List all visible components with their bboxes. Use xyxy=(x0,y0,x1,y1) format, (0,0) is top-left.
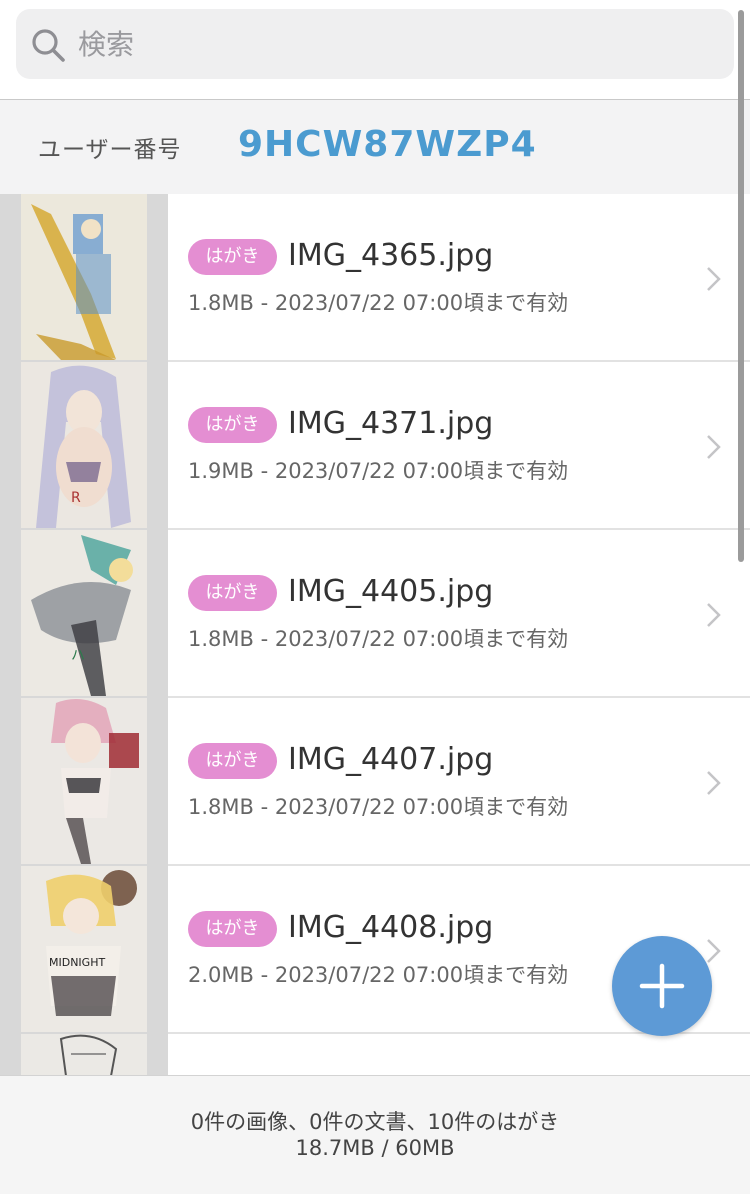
file-row[interactable]: はがき IMG_4365.jpg 1.8MB - 2023/07/22 07:0… xyxy=(0,194,750,362)
thumbnail-frame: MIDNIGHT xyxy=(0,866,168,1034)
thumbnail-image xyxy=(21,1034,147,1076)
thumbnail-image: MIDNIGHT xyxy=(21,866,147,1032)
postcard-badge: はがき xyxy=(188,407,277,443)
search-icon xyxy=(30,27,66,63)
search-box[interactable] xyxy=(16,9,734,79)
thumbnail-image: R xyxy=(21,362,147,528)
thumbnail-image xyxy=(21,194,147,360)
file-name: IMG_4371.jpg xyxy=(288,406,494,441)
add-button[interactable] xyxy=(612,936,712,1036)
thumbnail-frame xyxy=(0,1034,168,1076)
file-name: IMG_4408.jpg xyxy=(288,910,494,945)
file-row[interactable]: はがき IMG_4407.jpg 1.8MB - 2023/07/22 07:0… xyxy=(0,698,750,866)
file-meta: 1.9MB - 2023/07/22 07:00頃まで有効 xyxy=(188,459,569,483)
thumbnail-frame xyxy=(0,194,168,362)
thumbnail-frame: R xyxy=(0,362,168,530)
postcard-badge: はがき xyxy=(188,743,277,779)
thumbnail-frame xyxy=(0,698,168,866)
file-row[interactable]: R はがき IMG_4371.jpg 1.9MB - 2023/07/22 07… xyxy=(0,362,750,530)
chevron-right-icon xyxy=(704,264,724,294)
thumbnail-image: ハ xyxy=(21,530,147,696)
file-row[interactable] xyxy=(0,1034,750,1076)
plus-icon xyxy=(639,963,685,1009)
search-input[interactable] xyxy=(78,9,718,79)
chevron-right-icon xyxy=(704,768,724,798)
chevron-right-icon xyxy=(704,432,724,462)
file-name: IMG_4405.jpg xyxy=(288,574,494,609)
postcard-badge: はがき xyxy=(188,239,277,275)
file-meta: 1.8MB - 2023/07/22 07:00頃まで有効 xyxy=(188,627,569,651)
svg-text:ハ: ハ xyxy=(71,648,85,664)
file-row[interactable]: ハ はがき IMG_4405.jpg 1.8MB - 2023/07/22 07… xyxy=(0,530,750,698)
postcard-badge: はがき xyxy=(188,575,277,611)
file-meta: 2.0MB - 2023/07/22 07:00頃まで有効 xyxy=(188,963,569,987)
search-bar xyxy=(0,0,750,100)
item-counts: 0件の画像、0件の文書、10件のはがき xyxy=(190,1110,560,1134)
file-meta: 1.8MB - 2023/07/22 07:00頃まで有効 xyxy=(188,291,569,315)
storage-summary: 0件の画像、0件の文書、10件のはがき 18.7MB / 60MB xyxy=(0,1075,750,1194)
user-number-value[interactable]: 9HCW87WZP4 xyxy=(238,124,537,165)
thumbnail-frame: ハ xyxy=(0,530,168,698)
thumbnail-image xyxy=(21,698,147,864)
user-number-row: ユーザー番号 9HCW87WZP4 xyxy=(0,100,750,194)
file-name: IMG_4365.jpg xyxy=(288,238,494,273)
chevron-right-icon xyxy=(704,600,724,630)
storage-usage: 18.7MB / 60MB xyxy=(295,1136,455,1160)
file-meta: 1.8MB - 2023/07/22 07:00頃まで有効 xyxy=(188,795,569,819)
file-name: IMG_4407.jpg xyxy=(288,742,494,777)
svg-text:R: R xyxy=(71,490,81,506)
scrollbar[interactable] xyxy=(738,10,744,562)
user-number-label: ユーザー番号 xyxy=(38,137,182,163)
postcard-badge: はがき xyxy=(188,911,277,947)
svg-text:MIDNIGHT: MIDNIGHT xyxy=(49,956,105,969)
